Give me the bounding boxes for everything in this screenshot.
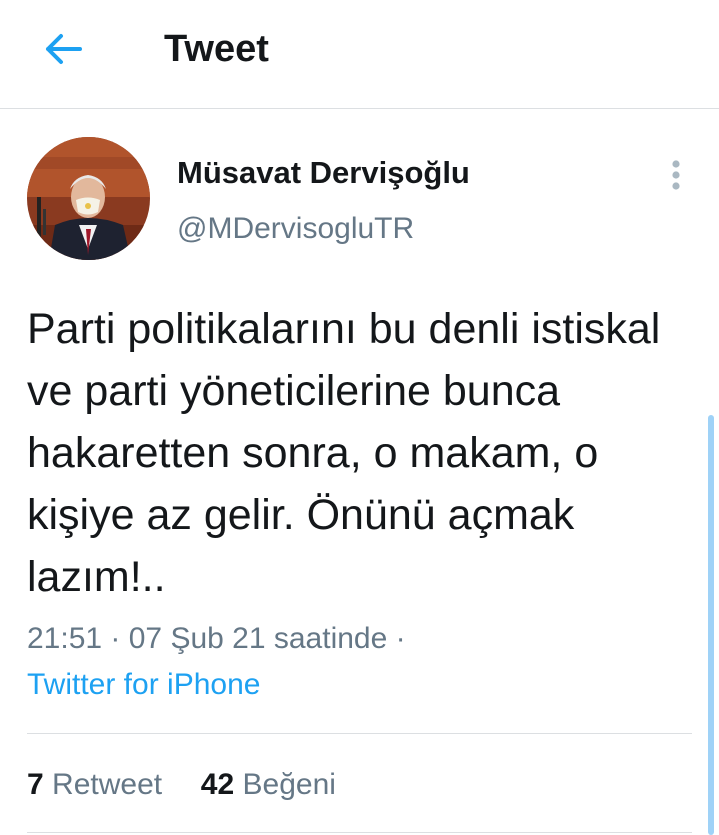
back-button[interactable] bbox=[40, 26, 86, 72]
tweet-timestamp: 21:51 · 07 Şub 21 saatinde · bbox=[27, 622, 406, 655]
more-options-button[interactable] bbox=[658, 155, 694, 195]
tweet-text: Parti politikalarını bu denli istiskal v… bbox=[27, 305, 661, 601]
tweet-stats: 7 Retweet 42 Beğeni bbox=[27, 765, 336, 805]
likes-stat[interactable]: 42 Beğeni bbox=[201, 768, 336, 801]
retweet-count: 7 bbox=[27, 768, 44, 801]
top-bar: Tweet bbox=[0, 0, 719, 109]
retweets-stat[interactable]: 7 Retweet bbox=[27, 768, 162, 801]
like-count: 42 bbox=[200, 768, 235, 801]
author-handle[interactable]: @MDervisogluTR bbox=[177, 209, 414, 249]
like-label: Beğeni bbox=[242, 768, 336, 801]
divider bbox=[27, 832, 692, 833]
arrow-left-icon bbox=[46, 34, 82, 64]
author-name[interactable]: Müsavat Dervişoğlu bbox=[177, 153, 470, 193]
page-title: Tweet bbox=[164, 28, 269, 70]
tweet-time: 21:51 bbox=[27, 622, 103, 655]
avatar[interactable] bbox=[27, 137, 150, 260]
tweet-date: 07 Şub 21 saatinde bbox=[128, 622, 388, 655]
retweet-label: Retweet bbox=[52, 768, 163, 801]
tweet-source-link[interactable]: Twitter for iPhone bbox=[27, 666, 260, 704]
divider bbox=[27, 733, 692, 734]
scrollbar[interactable] bbox=[708, 415, 714, 835]
vertical-dots-icon bbox=[672, 160, 680, 190]
